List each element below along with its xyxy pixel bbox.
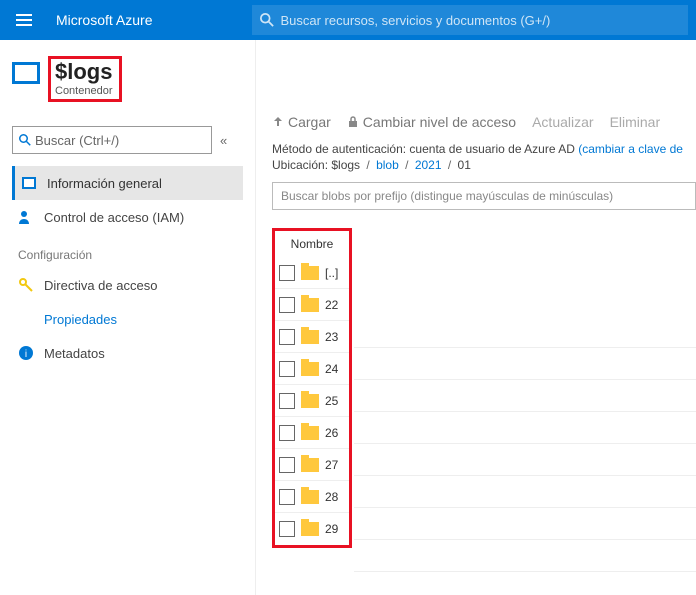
row-checkbox[interactable] xyxy=(279,425,295,441)
table-row[interactable]: [..] xyxy=(275,257,349,289)
refresh-button[interactable]: Actualizar xyxy=(532,114,593,130)
row-label: 27 xyxy=(325,458,338,472)
nav-iam[interactable]: Control de acceso (IAM) xyxy=(12,200,243,234)
nav-iam-label: Control de acceso (IAM) xyxy=(44,210,184,225)
blob-prefix-search[interactable]: Buscar blobs por prefijo (distingue mayú… xyxy=(272,182,696,210)
crumb-year[interactable]: 2021 xyxy=(415,158,442,172)
row-checkbox[interactable] xyxy=(279,489,295,505)
properties-icon xyxy=(18,311,34,327)
blob-table-highlight: Nombre [..] 22 23 24 25 26 27 28 29 xyxy=(272,228,352,548)
folder-icon xyxy=(301,298,319,312)
folder-icon xyxy=(301,362,319,376)
upload-button[interactable]: Cargar xyxy=(272,114,331,130)
table-row[interactable]: 23 xyxy=(275,321,349,353)
local-search-placeholder: Buscar (Ctrl+/) xyxy=(35,133,119,148)
location-breadcrumb: Ubicación: $logs / blob / 2021 / 01 xyxy=(272,158,696,172)
delete-button[interactable]: Eliminar xyxy=(610,114,661,130)
folder-icon xyxy=(301,522,319,536)
row-checkbox[interactable] xyxy=(279,329,295,345)
folder-icon xyxy=(301,330,319,344)
row-checkbox[interactable] xyxy=(279,297,295,313)
page-title: $logs xyxy=(55,59,113,85)
upload-icon xyxy=(272,116,284,128)
brand-label: Microsoft Azure xyxy=(56,12,152,28)
iam-icon xyxy=(18,209,34,225)
table-row[interactable]: 27 xyxy=(275,449,349,481)
table-row[interactable]: 29 xyxy=(275,513,349,545)
global-search-placeholder: Buscar recursos, servicios y documentos … xyxy=(280,13,550,28)
crumb-month: 01 xyxy=(458,158,471,172)
column-name[interactable]: Nombre xyxy=(275,231,349,257)
auth-label: Método de autenticación: cuenta de usuar… xyxy=(272,142,575,156)
table-row[interactable]: 26 xyxy=(275,417,349,449)
nav-section-config: Configuración xyxy=(18,248,243,262)
page-title-highlight: $logs Contenedor xyxy=(48,56,122,102)
row-label: 22 xyxy=(325,298,338,312)
row-checkbox[interactable] xyxy=(279,393,295,409)
blob-search-placeholder: Buscar blobs por prefijo (distingue mayú… xyxy=(281,189,613,203)
crumb-blob[interactable]: blob xyxy=(376,158,399,172)
row-label: [..] xyxy=(325,266,338,280)
nav-metadata[interactable]: i Metadatos xyxy=(12,336,243,370)
row-label: 28 xyxy=(325,490,338,504)
auth-method-line: Método de autenticación: cuenta de usuar… xyxy=(272,142,696,156)
nav-properties[interactable]: Propiedades xyxy=(12,302,243,336)
folder-icon xyxy=(301,458,319,472)
nav-access-policy-label: Directiva de acceso xyxy=(44,278,157,293)
row-checkbox[interactable] xyxy=(279,457,295,473)
row-label: 24 xyxy=(325,362,338,376)
refresh-label: Actualizar xyxy=(532,114,593,130)
table-row[interactable]: 25 xyxy=(275,385,349,417)
row-checkbox[interactable] xyxy=(279,361,295,377)
overview-icon xyxy=(21,175,37,191)
row-label: 23 xyxy=(325,330,338,344)
delete-label: Eliminar xyxy=(610,114,661,130)
change-tier-button[interactable]: Cambiar nivel de acceso xyxy=(347,114,516,130)
collapse-icon[interactable]: « xyxy=(220,133,227,148)
nav-properties-label: Propiedades xyxy=(44,312,117,327)
table-row[interactable]: 28 xyxy=(275,481,349,513)
table-row[interactable]: 22 xyxy=(275,289,349,321)
menu-toggle[interactable] xyxy=(8,4,40,36)
change-tier-label: Cambiar nivel de acceso xyxy=(363,114,516,130)
page-subtitle: Contenedor xyxy=(55,85,113,97)
nav-metadata-label: Metadatos xyxy=(44,346,105,361)
lock-icon xyxy=(347,116,359,128)
key-icon xyxy=(18,277,34,293)
row-label: 29 xyxy=(325,522,338,536)
container-icon xyxy=(12,62,40,84)
folder-icon xyxy=(301,490,319,504)
nav-overview-label: Información general xyxy=(47,176,162,191)
global-search[interactable]: Buscar recursos, servicios y documentos … xyxy=(252,5,688,35)
upload-label: Cargar xyxy=(288,114,331,130)
auth-switch-link[interactable]: (cambiar a clave de xyxy=(578,142,683,156)
folder-icon xyxy=(301,426,319,440)
folder-icon xyxy=(301,394,319,408)
row-checkbox[interactable] xyxy=(279,521,295,537)
svg-text:i: i xyxy=(25,349,27,360)
info-icon: i xyxy=(18,345,34,361)
row-label: 26 xyxy=(325,426,338,440)
folder-icon xyxy=(301,266,319,280)
row-label: 25 xyxy=(325,394,338,408)
nav-overview[interactable]: Información general xyxy=(12,166,243,200)
row-checkbox[interactable] xyxy=(279,265,295,281)
nav-access-policy[interactable]: Directiva de acceso xyxy=(12,268,243,302)
local-search[interactable]: Buscar (Ctrl+/) xyxy=(12,126,212,154)
location-label: Ubicación: $logs xyxy=(272,158,360,172)
table-row[interactable]: 24 xyxy=(275,353,349,385)
